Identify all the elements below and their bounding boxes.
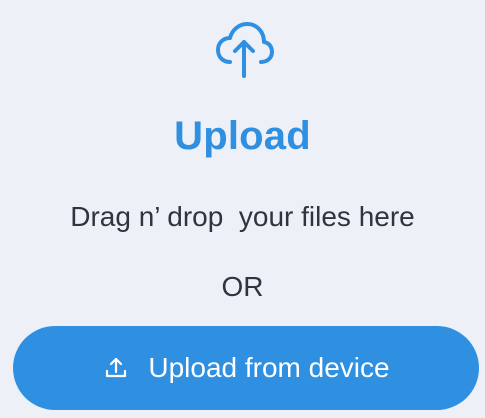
- drag-drop-instruction: Drag n’ drop your files here: [70, 201, 415, 232]
- upload-title: Upload: [174, 114, 311, 158]
- upload-icon: [102, 354, 130, 382]
- cloud-upload-icon: [212, 18, 276, 82]
- or-separator: OR: [221, 271, 264, 302]
- upload-from-device-button[interactable]: Upload from device: [13, 326, 479, 410]
- upload-button-label: Upload from device: [148, 352, 390, 383]
- upload-panel[interactable]: Upload Drag n’ drop your files here OR U…: [0, 0, 485, 418]
